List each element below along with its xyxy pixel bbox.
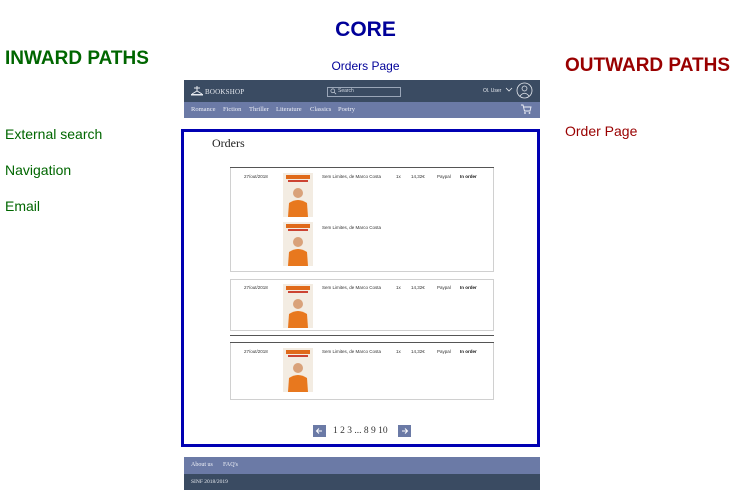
book-cover-image: [283, 284, 313, 328]
core-title: CORE: [335, 18, 396, 41]
book-cover-image: [283, 348, 313, 392]
order-status: In order: [460, 285, 477, 290]
order-item-title[interactable]: Sem Limites, de Marco Costa: [322, 174, 381, 179]
inward-paths-title: INWARD PATHS: [5, 48, 149, 69]
pagination-numbers[interactable]: 1 2 3 ... 8 9 10: [333, 426, 388, 436]
search-icon: [330, 88, 337, 95]
order-qty: 1x: [396, 349, 401, 354]
inward-item-email: Email: [5, 198, 41, 214]
order-price: 14,32€: [411, 349, 425, 354]
inward-item-navigation: Navigation: [5, 162, 72, 178]
user-name[interactable]: Ol. User: [483, 88, 501, 94]
order-qty: 1x: [396, 285, 401, 290]
footer-link-faq[interactable]: FAQ's: [223, 462, 238, 468]
nav-item-thriller[interactable]: Thriller: [249, 106, 269, 113]
order-divider: [230, 167, 494, 168]
avatar-icon[interactable]: [516, 82, 533, 99]
order-qty: 1x: [396, 174, 401, 179]
nav-item-poetry[interactable]: Poetry: [338, 106, 355, 113]
nav-item-literature[interactable]: Literature: [276, 106, 302, 113]
book-cover-image: [283, 222, 313, 266]
prev-page-button[interactable]: [313, 425, 326, 437]
order-divider: [230, 335, 494, 336]
outward-paths-title: OUTWARD PATHS: [565, 55, 731, 76]
orders-heading: Orders: [212, 136, 245, 150]
order-date: 27/out/2018: [244, 174, 268, 179]
nav-item-romance[interactable]: Romance: [191, 106, 216, 113]
logo-text: BOOKSHOP: [205, 88, 245, 96]
nav-item-classics[interactable]: Classics: [310, 106, 331, 113]
order-item-title[interactable]: Sem Limites, de Marco Costa: [322, 225, 381, 230]
inward-item-external-search: External search: [5, 126, 103, 142]
next-page-button[interactable]: [398, 425, 411, 437]
order-price: 14,32€: [411, 285, 425, 290]
order-item-title[interactable]: Sem Limites, de Marco Costa: [322, 285, 381, 290]
mockup-footer-bottom: [184, 474, 540, 490]
order-payment: Paypal: [437, 174, 451, 179]
order-item-title[interactable]: Sem Limites, de Marco Costa: [322, 349, 381, 354]
order-payment: Paypal: [437, 349, 451, 354]
order-status: In order: [460, 174, 477, 179]
order-divider: [230, 342, 494, 343]
order-date: 27/out/2018: [244, 285, 268, 290]
nav-item-fiction[interactable]: Fiction: [223, 106, 241, 113]
book-cover-image: [283, 173, 313, 217]
footer-link-about[interactable]: About us: [191, 462, 213, 468]
search-placeholder: Search: [338, 88, 354, 94]
order-status: In order: [460, 349, 477, 354]
logo-icon: [191, 86, 203, 96]
cart-icon[interactable]: [520, 104, 532, 115]
order-card[interactable]: [230, 167, 494, 272]
order-payment: Paypal: [437, 285, 451, 290]
order-date: 27/out/2018: [244, 349, 268, 354]
copyright: SINF 2018/2019: [191, 479, 228, 485]
order-price: 14,32€: [411, 174, 425, 179]
chevron-down-icon[interactable]: [505, 86, 513, 93]
outward-item-order-page: Order Page: [565, 123, 638, 139]
